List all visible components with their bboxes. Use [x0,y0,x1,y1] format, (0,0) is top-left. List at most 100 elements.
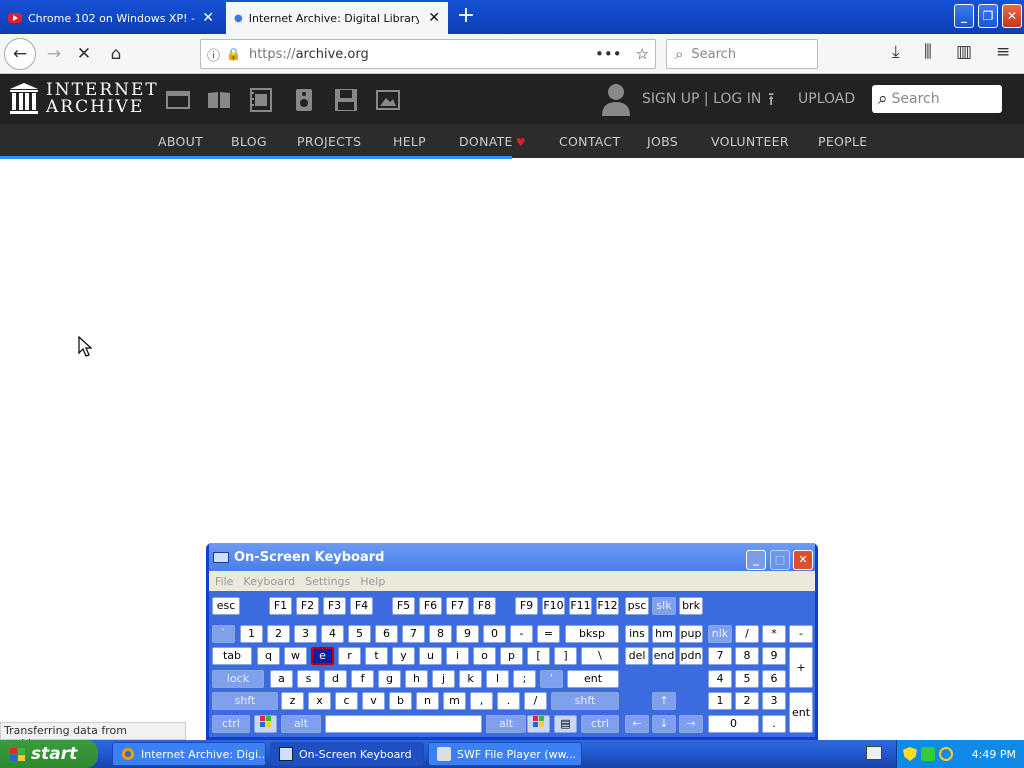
key-d[interactable]: d [324,670,347,688]
nav-jobs[interactable]: JOBS [647,134,678,149]
key-numpad-divide[interactable]: / [735,625,759,643]
key-4[interactable]: 4 [321,625,344,643]
key-r[interactable]: r [338,647,361,665]
new-tab-button[interactable]: + [452,2,480,30]
download-icon[interactable]: ⤓ [892,42,900,62]
key-2[interactable]: 2 [267,625,290,643]
key-numpad-9[interactable]: 9 [762,647,786,665]
key-i[interactable]: i [446,647,469,665]
key-page-down[interactable]: pdn [679,647,703,665]
key-f6[interactable]: F6 [419,597,442,615]
texts-icon[interactable] [207,88,231,117]
key-j[interactable]: j [432,670,455,688]
network-icon[interactable] [921,747,935,761]
key-h[interactable]: h [405,670,428,688]
key-y[interactable]: y [392,647,415,665]
nav-contact[interactable]: CONTACT [559,134,620,149]
tab-internet-archive[interactable]: ● Internet Archive: Digital Library of ✕ [226,2,448,34]
key-quote[interactable]: ' [540,670,563,688]
key-left-bracket[interactable]: [ [527,647,550,665]
key-home[interactable]: hm [652,625,676,643]
close-tab-icon[interactable]: ✕ [422,10,440,26]
key-numpad-8[interactable]: 8 [735,647,759,665]
key-slk[interactable]: slk [652,597,676,615]
key-9[interactable]: 9 [456,625,479,643]
key-semicolon[interactable]: ; [513,670,536,688]
key-8[interactable]: 8 [429,625,452,643]
web-icon[interactable] [166,88,190,117]
start-button[interactable]: start [0,740,98,768]
key-0[interactable]: 0 [483,625,506,643]
key-enter[interactable]: ent [567,670,619,688]
key-b[interactable]: b [389,692,412,710]
key-end[interactable]: end [652,647,676,665]
key-right-alt[interactable]: alt [486,715,526,733]
osk-title-bar[interactable]: On-Screen Keyboard _ □ ✕ [209,543,815,571]
upload-link[interactable]: UPLOAD [798,91,855,107]
key-n[interactable]: n [416,692,439,710]
key-windows-right[interactable] [527,715,550,733]
key-s[interactable]: s [297,670,320,688]
key-numpad-decimal[interactable]: . [762,715,786,733]
taskbar-item-swf-player[interactable]: SWF File Player (ww... [428,742,582,766]
key-x[interactable]: x [308,692,331,710]
key-q[interactable]: q [257,647,280,665]
osk-maximize-button[interactable]: □ [770,550,790,570]
user-avatar-icon[interactable] [600,82,632,116]
key-t[interactable]: t [365,647,388,665]
audio-icon[interactable] [292,88,316,117]
menu-icon[interactable]: ≡ [996,42,1010,62]
ia-logo[interactable]: INTERNET ARCHIVE [10,82,159,116]
nav-donate[interactable]: DONATE ♥ [459,134,526,149]
search-input[interactable]: ⌕ Search [666,39,818,69]
key-f5[interactable]: F5 [392,597,415,615]
key-e[interactable]: e [311,647,334,665]
key-f8[interactable]: F8 [473,597,496,615]
key-left-shift[interactable]: shft [212,692,278,710]
key-right-shift[interactable]: shft [551,692,619,710]
stop-button[interactable]: ✕ [70,40,98,68]
nav-volunteer[interactable]: VOLUNTEER [711,134,789,149]
key-minus[interactable]: - [510,625,533,643]
key-arrow-up[interactable]: ↑ [652,692,676,710]
key-comma[interactable]: , [470,692,493,710]
key-left-alt[interactable]: alt [281,715,321,733]
key-l[interactable]: l [486,670,509,688]
key-equals[interactable]: = [537,625,560,643]
system-clock[interactable]: 4:49 PM [972,748,1016,761]
key-right-ctrl[interactable]: ctrl [581,715,619,733]
nav-about[interactable]: ABOUT [158,134,203,149]
key-w[interactable]: w [284,647,307,665]
key-f3[interactable]: F3 [323,597,346,615]
key-psc[interactable]: psc [625,597,649,615]
nav-help[interactable]: HELP [393,134,426,149]
images-icon[interactable] [376,88,400,117]
key-m[interactable]: m [443,692,466,710]
video-icon[interactable] [249,88,273,117]
key-backspace[interactable]: bksp [565,625,619,643]
upload-icon[interactable]: ⭱ [768,87,774,117]
minimize-button[interactable]: _ [954,4,974,28]
nav-blog[interactable]: BLOG [231,134,267,149]
key-insert[interactable]: ins [625,625,649,643]
ia-search-input[interactable]: ⌕ Search [872,85,1002,113]
key-f7[interactable]: F7 [446,597,469,615]
sidebar-icon[interactable]: ▥ [956,42,972,62]
key-windows-left[interactable] [254,715,277,733]
search-tray-icon[interactable] [939,747,953,761]
key-3[interactable]: 3 [294,625,317,643]
bookmark-star-icon[interactable]: ☆ [636,45,649,63]
back-button[interactable]: ← [4,38,36,70]
home-button[interactable]: ⌂ [102,40,130,68]
key-slash[interactable]: / [524,692,547,710]
key-caps-lock[interactable]: lock [212,670,264,688]
nav-projects[interactable]: PROJECTS [297,134,361,149]
key-f[interactable]: f [351,670,374,688]
software-icon[interactable] [334,88,358,117]
key-numpad-multiply[interactable]: * [762,625,786,643]
osk-minimize-button[interactable]: _ [746,550,766,570]
key-f10[interactable]: F10 [542,597,565,615]
key-f1[interactable]: F1 [269,597,292,615]
key-k[interactable]: k [459,670,482,688]
library-icon[interactable]: ⫼ [924,42,932,62]
